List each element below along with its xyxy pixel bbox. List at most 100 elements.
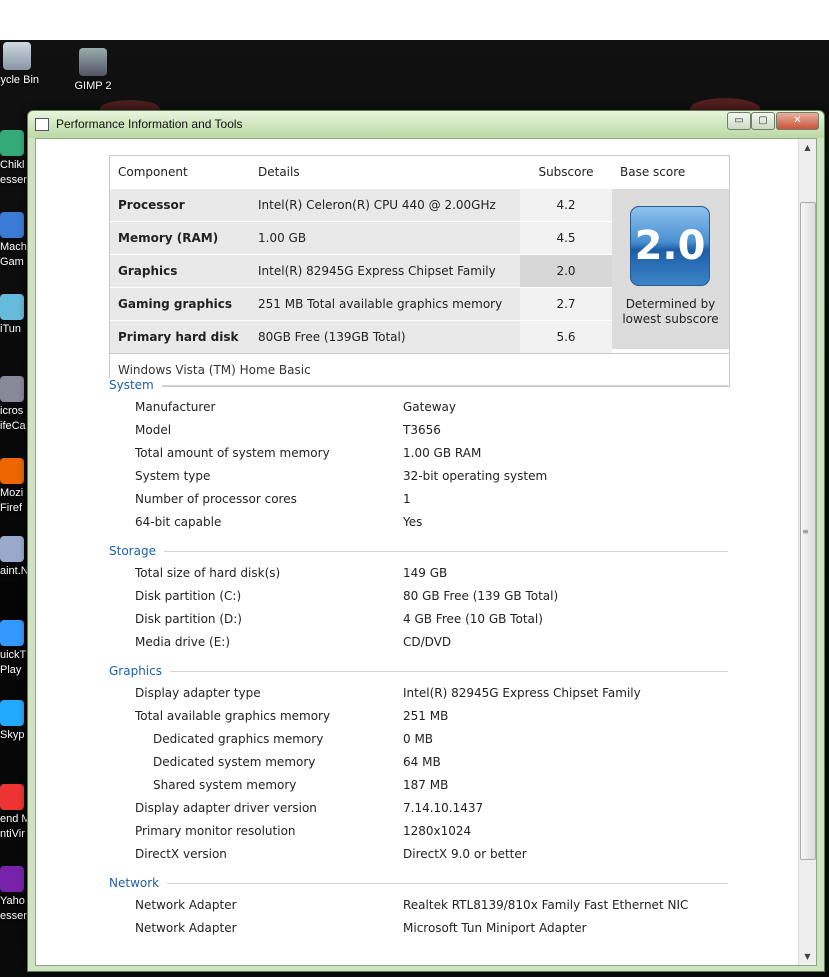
property-row: Disk partition (C:) 80 GB Free (139 GB To…	[109, 585, 728, 608]
property-key: Network Adapter	[135, 921, 237, 935]
window-content[interactable]: Component Details Subscore Base score Pr…	[35, 138, 817, 966]
desktop-left-icon[interactable]: Yaho esser	[0, 866, 30, 924]
property-row: Network Adapter Realtek RTL8139/810x Fami…	[109, 894, 728, 917]
property-key: 64-bit capable	[135, 515, 222, 529]
property-key: Manufacturer	[135, 400, 216, 414]
skype-icon	[0, 700, 24, 726]
property-value: 1.00 GB RAM	[403, 446, 482, 460]
score-component: Memory (RAM)	[118, 231, 219, 245]
section-title-text: Network	[109, 876, 168, 890]
desktop-left-icon-label: Mach	[0, 241, 27, 253]
desktop-left-icon[interactable]: Mach Gam	[0, 212, 30, 270]
property-row: 64-bit capable Yes	[109, 511, 728, 534]
property-value: 149 GB	[403, 566, 448, 580]
score-component: Processor	[118, 198, 185, 212]
score-subscore: 4.5	[556, 231, 576, 245]
property-value: T3656	[403, 423, 441, 437]
property-row: Network Adapter Microsoft Tun Miniport Ad…	[109, 917, 728, 940]
property-row: Display adapter driver version 7.14.10.14…	[109, 797, 728, 820]
section-divider	[109, 551, 728, 552]
section-graphics: Graphics Display adapter type Intel(R) 829…	[109, 663, 728, 866]
desktop-left-icon-label: ntiVir	[0, 828, 25, 840]
property-value: 0 MB	[403, 732, 434, 746]
base-score-note-line1: Determined by	[625, 297, 716, 311]
window-app-icon	[35, 118, 49, 131]
desktop-left-icon[interactable]: uickT Play	[0, 620, 30, 678]
header-subscore: Subscore	[538, 165, 594, 179]
score-subscore: 2.7	[556, 297, 576, 311]
property-key: Total amount of system memory	[135, 446, 330, 460]
score-row: Primary hard disk 80GB Free (139GB Total)…	[110, 320, 612, 353]
header-details: Details	[258, 165, 300, 179]
property-value: 251 MB	[403, 709, 449, 723]
desktop-left-icon-label: esser	[0, 174, 27, 186]
property-row: Dedicated system memory 64 MB	[109, 751, 728, 774]
property-value: 4 GB Free (10 GB Total)	[403, 612, 543, 626]
property-value: 187 MB	[403, 778, 449, 792]
score-details: 251 MB Total available graphics memory	[258, 297, 503, 311]
desktop-left-icon[interactable]: Chikl esser	[0, 130, 30, 188]
score-table-header: Component Details Subscore Base score	[110, 156, 729, 188]
desktop-left-icon[interactable]: end M ntiVir	[0, 784, 30, 842]
desktop-left-icon-label: Play	[0, 664, 22, 676]
desktop-left-icon[interactable]: Mozi Firef	[0, 458, 30, 516]
desktop-left-icon-label: Chikl	[0, 159, 25, 171]
section-divider	[109, 385, 728, 386]
property-value: CD/DVD	[403, 635, 452, 649]
score-row: Gaming graphics 251 MB Total available gr…	[110, 287, 612, 320]
property-row: DirectX version DirectX 9.0 or better	[109, 843, 728, 866]
property-value: 32-bit operating system	[403, 469, 548, 483]
property-value: 1280x1024	[403, 824, 472, 838]
recycle-bin-icon	[3, 42, 31, 70]
scroll-down-arrow-icon[interactable]: ▼	[799, 948, 816, 965]
desktop-left-icon[interactable]: icros ifeCa	[0, 376, 30, 434]
maximize-button[interactable]: ▢	[751, 112, 775, 130]
header-component: Component	[118, 165, 188, 179]
property-key: Total size of hard disk(s)	[135, 566, 281, 580]
property-value: 7.14.10.1437	[403, 801, 484, 815]
header-base-score: Base score	[620, 165, 686, 179]
desktop-left-icon-label: Skyp	[0, 729, 25, 741]
desktop-left-icon-label: Firef	[0, 502, 22, 514]
property-row: Disk partition (D:) 4 GB Free (10 GB Tota…	[109, 608, 728, 631]
property-row: Display adapter type Intel(R) 82945G Expr…	[109, 682, 728, 705]
property-value: Yes	[403, 515, 423, 529]
score-details: 80GB Free (139GB Total)	[258, 330, 406, 344]
property-key: Disk partition (C:)	[135, 589, 242, 603]
antivirus-icon	[0, 784, 24, 810]
scroll-up-arrow-icon[interactable]: ▲	[799, 139, 816, 156]
property-row: Model T3656	[109, 419, 728, 442]
vertical-scrollbar[interactable]: ▲ ≡ ▼	[798, 139, 816, 965]
property-row: Primary monitor resolution 1280x1024	[109, 820, 728, 843]
section-storage: Storage Total size of hard disk(s) 149 GB D…	[109, 543, 728, 654]
property-key: DirectX version	[135, 847, 227, 861]
section-network: Network Network Adapter Realtek RTL8139/81…	[109, 875, 728, 940]
score-table: Component Details Subscore Base score Pr…	[109, 155, 730, 387]
base-score-note: Determined by lowest subscore	[612, 297, 729, 327]
minimize-button[interactable]: ▭	[727, 112, 751, 130]
property-value: Gateway	[403, 400, 457, 414]
desktop-icon-gimp[interactable]: GIMP 2	[58, 48, 128, 92]
score-row: Processor Intel(R) Celeron(R) CPU 440 @ 2…	[110, 188, 612, 221]
property-key: Network Adapter	[135, 898, 237, 912]
property-key: Total available graphics memory	[135, 709, 331, 723]
property-row: Total available graphics memory 251 MB	[109, 705, 728, 728]
property-key: Dedicated system memory	[153, 755, 316, 769]
property-value: DirectX 9.0 or better	[403, 847, 527, 861]
desktop-left-icon-label: esser	[0, 910, 27, 922]
close-button[interactable]: ✕	[776, 112, 819, 130]
score-details: 1.00 GB	[258, 231, 307, 245]
section-title-text: System	[109, 378, 162, 392]
title-bar[interactable]: Performance Information and Tools ▭ ▢ ✕	[28, 111, 824, 138]
desktop-icon-recycle-bin[interactable]: cycle Bin	[0, 42, 52, 86]
score-details: Intel(R) 82945G Express Chipset Family	[258, 264, 496, 278]
score-details: Intel(R) Celeron(R) CPU 440 @ 2.00GHz	[258, 198, 496, 212]
desktop-left-icon-label: Yaho	[0, 895, 25, 907]
section-title-text: Graphics	[109, 664, 170, 678]
score-subscore: 2.0	[556, 264, 576, 278]
desktop-left-icon[interactable]: iTun	[0, 294, 30, 337]
desktop-left-icon[interactable]: aint.N	[0, 536, 30, 579]
desktop-left-icon[interactable]: Skyp	[0, 700, 30, 743]
property-value: 1	[403, 492, 411, 506]
desktop-left-icon-label: icros	[0, 405, 24, 417]
